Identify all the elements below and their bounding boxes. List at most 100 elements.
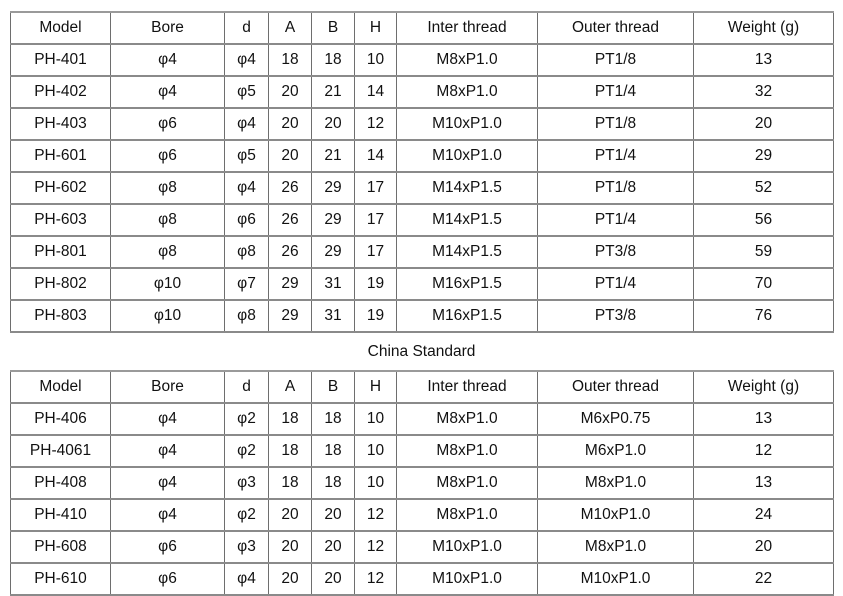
cell-inter-thread: M10xP1.0 bbox=[396, 107, 538, 141]
cell-outer-thread: PT3/8 bbox=[537, 299, 694, 333]
column-header-b: B bbox=[311, 11, 355, 45]
cell-d: φ8 bbox=[224, 235, 269, 269]
cell-b: 20 bbox=[311, 529, 355, 564]
table-header-row: Model Bore d A B H Inter thread Outer thread Wei… bbox=[10, 11, 834, 45]
cell-model: PH-403 bbox=[10, 107, 111, 141]
spec-table-top: Model Bore d A B H Inter thread Outer thread Wei… bbox=[10, 11, 834, 333]
column-header-weight-g: Weight (g) bbox=[693, 11, 834, 45]
cell-b: 29 bbox=[311, 203, 355, 237]
cell-weight-g: 59 bbox=[693, 235, 834, 269]
cell-d: φ2 bbox=[224, 497, 269, 532]
cell-weight-g: 12 bbox=[693, 433, 834, 468]
cell-h: 14 bbox=[354, 139, 397, 173]
cell-b: 29 bbox=[311, 171, 355, 205]
cell-inter-thread: M8xP1.0 bbox=[396, 465, 538, 500]
cell-b: 20 bbox=[311, 497, 355, 532]
cell-weight-g: 13 bbox=[693, 465, 834, 500]
cell-weight-g: 32 bbox=[693, 75, 834, 109]
cell-d: φ3 bbox=[224, 529, 269, 564]
cell-model: PH-602 bbox=[10, 171, 111, 205]
column-header-a: A bbox=[268, 369, 312, 404]
cell-d: φ4 bbox=[224, 107, 269, 141]
cell-d: φ4 bbox=[224, 561, 269, 596]
cell-weight-g: 52 bbox=[693, 171, 834, 205]
cell-bore: φ4 bbox=[110, 43, 225, 77]
cell-outer-thread: M8xP1.0 bbox=[537, 465, 694, 500]
cell-outer-thread: PT1/8 bbox=[537, 171, 694, 205]
cell-b: 20 bbox=[311, 107, 355, 141]
cell-h: 10 bbox=[354, 465, 397, 500]
cell-weight-g: 70 bbox=[693, 267, 834, 301]
cell-h: 12 bbox=[354, 529, 397, 564]
cell-a: 29 bbox=[268, 267, 312, 301]
cell-a: 18 bbox=[268, 43, 312, 77]
cell-outer-thread: PT3/8 bbox=[537, 235, 694, 269]
cell-outer-thread: M10xP1.0 bbox=[537, 561, 694, 596]
cell-outer-thread: M6xP1.0 bbox=[537, 433, 694, 468]
cell-weight-g: 76 bbox=[693, 299, 834, 333]
cell-outer-thread: M8xP1.0 bbox=[537, 529, 694, 564]
cell-b: 21 bbox=[311, 75, 355, 109]
cell-bore: φ6 bbox=[110, 529, 225, 564]
cell-weight-g: 29 bbox=[693, 139, 834, 173]
cell-model: PH-410 bbox=[10, 497, 111, 532]
spec-table-bottom: Model Bore d A B H Inter thread Outer thread Wei… bbox=[10, 369, 834, 596]
column-header-a: A bbox=[268, 11, 312, 45]
table-row: PH-408 φ4 φ3 18 18 10 M8xP1.0 M8xP1.0 13 bbox=[10, 465, 834, 500]
cell-weight-g: 20 bbox=[693, 107, 834, 141]
cell-a: 20 bbox=[268, 529, 312, 564]
cell-inter-thread: M8xP1.0 bbox=[396, 75, 538, 109]
cell-h: 12 bbox=[354, 561, 397, 596]
cell-bore: φ4 bbox=[110, 433, 225, 468]
cell-model: PH-802 bbox=[10, 267, 111, 301]
table-row: PH-602 φ8 φ4 26 29 17 M14xP1.5 PT1/8 52 bbox=[10, 171, 834, 205]
table-row: PH-610 φ6 φ4 20 20 12 M10xP1.0 M10xP1.0 22 bbox=[10, 561, 834, 596]
cell-d: φ4 bbox=[224, 43, 269, 77]
cell-d: φ5 bbox=[224, 139, 269, 173]
cell-weight-g: 22 bbox=[693, 561, 834, 596]
cell-outer-thread: PT1/4 bbox=[537, 75, 694, 109]
cell-b: 20 bbox=[311, 561, 355, 596]
cell-inter-thread: M10xP1.0 bbox=[396, 529, 538, 564]
cell-b: 18 bbox=[311, 401, 355, 436]
cell-bore: φ6 bbox=[110, 139, 225, 173]
cell-model: PH-4061 bbox=[10, 433, 111, 468]
cell-h: 10 bbox=[354, 401, 397, 436]
cell-h: 17 bbox=[354, 171, 397, 205]
table-row: PH-802 φ10 φ7 29 31 19 M16xP1.5 PT1/4 70 bbox=[10, 267, 834, 301]
cell-outer-thread: PT1/8 bbox=[537, 107, 694, 141]
cell-inter-thread: M14xP1.5 bbox=[396, 235, 538, 269]
cell-inter-thread: M10xP1.0 bbox=[396, 139, 538, 173]
cell-a: 18 bbox=[268, 433, 312, 468]
table-row: PH-801 φ8 φ8 26 29 17 M14xP1.5 PT3/8 59 bbox=[10, 235, 834, 269]
cell-h: 12 bbox=[354, 107, 397, 141]
cell-inter-thread: M8xP1.0 bbox=[396, 433, 538, 468]
cell-a: 18 bbox=[268, 465, 312, 500]
cell-a: 29 bbox=[268, 299, 312, 333]
cell-inter-thread: M16xP1.5 bbox=[396, 299, 538, 333]
cell-bore: φ4 bbox=[110, 465, 225, 500]
cell-h: 17 bbox=[354, 235, 397, 269]
cell-a: 20 bbox=[268, 561, 312, 596]
cell-d: φ8 bbox=[224, 299, 269, 333]
cell-inter-thread: M14xP1.5 bbox=[396, 203, 538, 237]
cell-weight-g: 13 bbox=[693, 401, 834, 436]
table-row: PH-402 φ4 φ5 20 21 14 M8xP1.0 PT1/4 32 bbox=[10, 75, 834, 109]
cell-weight-g: 13 bbox=[693, 43, 834, 77]
table-bottom-body: Model Bore d A B H Inter thread Outer thread Wei… bbox=[10, 369, 834, 596]
cell-model: PH-408 bbox=[10, 465, 111, 500]
cell-a: 18 bbox=[268, 401, 312, 436]
cell-outer-thread: M10xP1.0 bbox=[537, 497, 694, 532]
column-header-model: Model bbox=[10, 369, 111, 404]
cell-model: PH-401 bbox=[10, 43, 111, 77]
cell-bore: φ6 bbox=[110, 107, 225, 141]
cell-d: φ5 bbox=[224, 75, 269, 109]
cell-bore: φ6 bbox=[110, 561, 225, 596]
cell-h: 19 bbox=[354, 267, 397, 301]
cell-outer-thread: PT1/4 bbox=[537, 267, 694, 301]
column-header-outer-thread: Outer thread bbox=[537, 11, 694, 45]
cell-outer-thread: M6xP0.75 bbox=[537, 401, 694, 436]
column-header-d: d bbox=[224, 369, 269, 404]
cell-d: φ3 bbox=[224, 465, 269, 500]
cell-model: PH-601 bbox=[10, 139, 111, 173]
